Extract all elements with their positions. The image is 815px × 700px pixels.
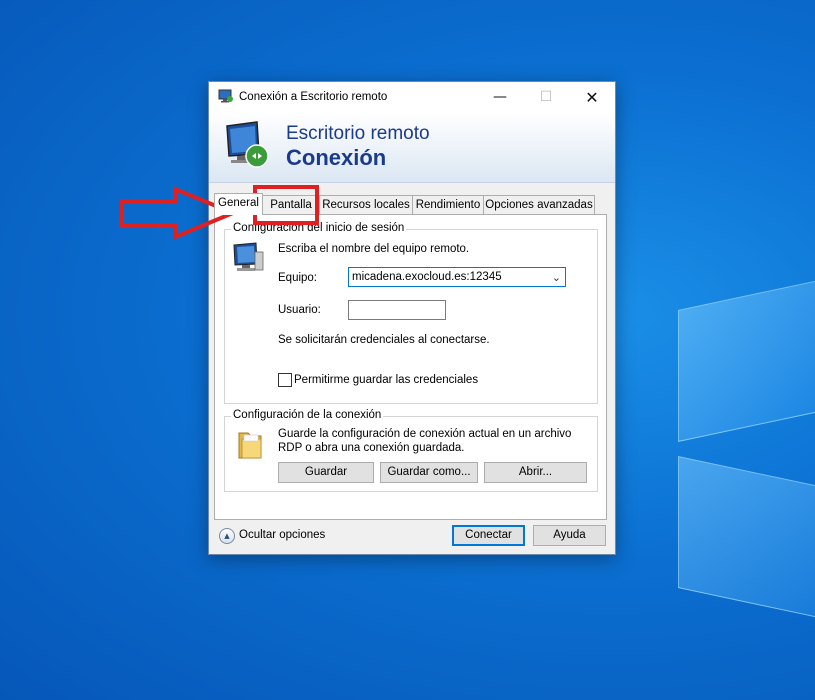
computer-combobox[interactable]: micadena.exocloud.es:12345 ⌄: [348, 267, 566, 287]
connection-description-line2: RDP o abra una conexión guardada.: [278, 442, 465, 454]
banner-title-line1: Escritorio remoto: [286, 123, 430, 144]
window-title: Conexión a Escritorio remoto: [239, 91, 388, 103]
help-button[interactable]: Ayuda: [533, 525, 606, 546]
instruction-text: Escriba el nombre del equipo remoto.: [278, 243, 470, 255]
save-credentials-label[interactable]: Permitirme guardar las credenciales: [294, 374, 478, 386]
banner-title-line2: Conexión: [286, 145, 387, 170]
connection-group-title: Configuración de la conexión: [231, 409, 384, 421]
user-input[interactable]: [348, 300, 446, 320]
footer-bar: ▲ Ocultar opciones Conectar Ayuda: [209, 518, 615, 554]
minimize-button[interactable]: —: [477, 82, 523, 112]
close-button[interactable]: ✕: [569, 82, 615, 112]
title-bar: Conexión a Escritorio remoto — ☐ ✕: [209, 82, 615, 112]
connect-button[interactable]: Conectar: [452, 525, 525, 546]
tab-recursos-locales[interactable]: Recursos locales: [319, 195, 413, 214]
header-banner: Escritorio remoto Conexión: [209, 112, 615, 183]
connection-settings-group: Configuración de la conexión Guarde la c…: [224, 409, 598, 492]
windows-logo-decoration: [678, 275, 815, 623]
user-label: Usuario:: [278, 304, 321, 316]
computer-label: Equipo:: [278, 272, 318, 284]
tab-general[interactable]: General: [214, 193, 263, 215]
chevron-down-icon[interactable]: ⌄: [552, 271, 561, 284]
collapse-up-icon[interactable]: ▲: [219, 528, 235, 544]
hide-options-link[interactable]: Ocultar opciones: [239, 529, 325, 541]
computer-icon: [233, 242, 264, 271]
remote-desktop-window: Conexión a Escritorio remoto — ☐ ✕ Escri…: [208, 81, 616, 555]
general-tab-panel: Configuración del inicio de sesión Escri…: [214, 214, 607, 520]
remote-desktop-app-icon: [218, 89, 233, 103]
connection-description-line1: Guarde la configuración de conexión actu…: [278, 428, 572, 440]
save-credentials-checkbox[interactable]: [278, 373, 292, 387]
maximize-button[interactable]: ☐: [523, 82, 569, 112]
open-button[interactable]: Abrir...: [484, 462, 587, 483]
computer-value: micadena.exocloud.es:12345: [352, 271, 502, 283]
tab-opciones-avanzadas[interactable]: Opciones avanzadas: [483, 195, 595, 214]
login-settings-group: Configuración del inicio de sesión Escri…: [224, 222, 598, 404]
remote-desktop-logo-icon: [226, 121, 269, 168]
credentials-note: Se solicitarán credenciales al conectars…: [278, 334, 490, 346]
folder-icon: [238, 432, 262, 459]
tab-rendimiento[interactable]: Rendimiento: [412, 195, 484, 214]
save-as-button[interactable]: Guardar como...: [380, 462, 478, 483]
save-button[interactable]: Guardar: [278, 462, 374, 483]
